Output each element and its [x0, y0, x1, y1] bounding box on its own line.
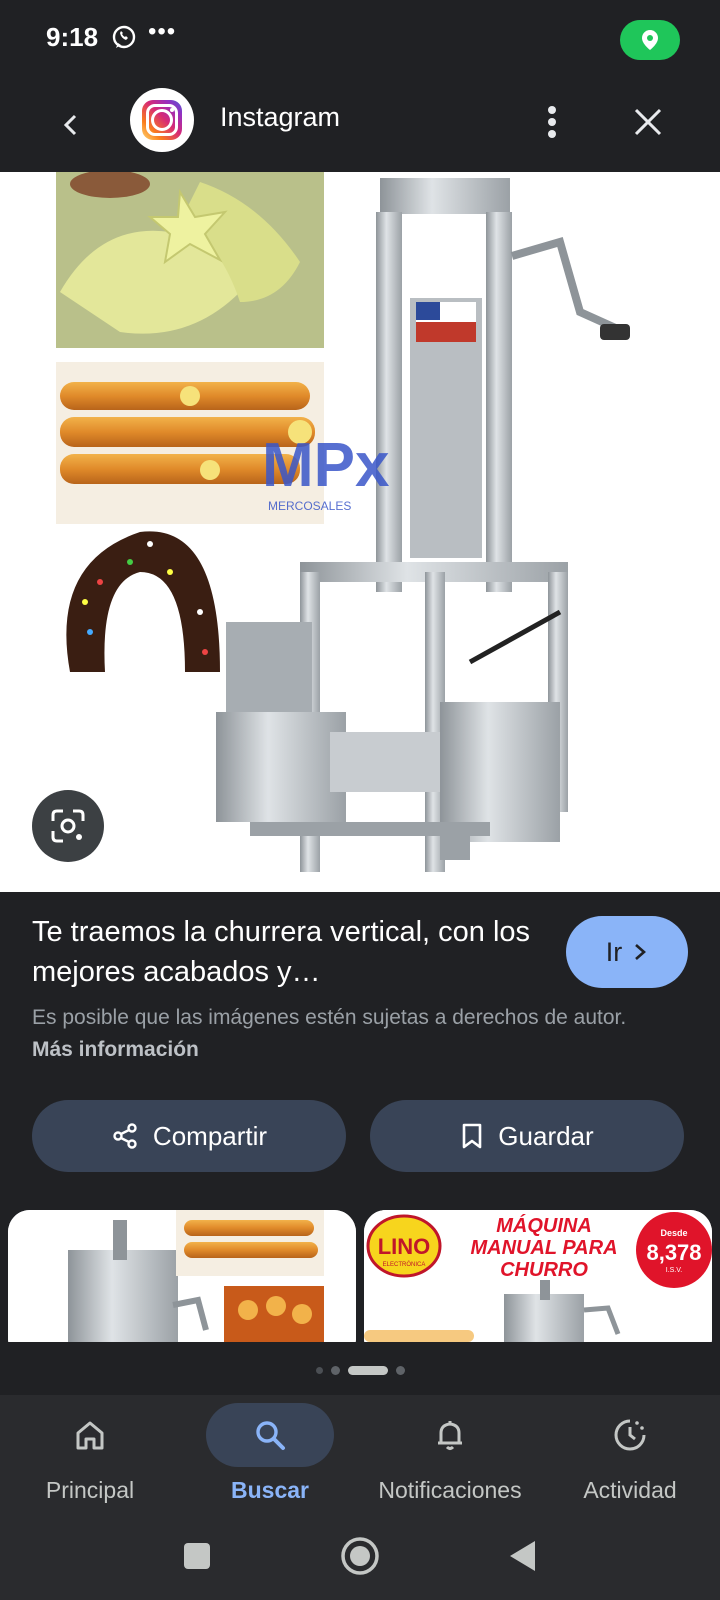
pager-dot-active	[347, 1365, 388, 1375]
instagram-avatar	[130, 88, 194, 152]
google-lens-button[interactable]	[32, 790, 104, 862]
activity-icon	[614, 1419, 646, 1451]
pager-dot	[395, 1365, 405, 1375]
close-icon	[634, 108, 662, 136]
recents-icon	[184, 1543, 210, 1569]
svg-text:ELECTRÓNICA: ELECTRÓNICA	[383, 1261, 426, 1268]
search-icon	[256, 1421, 285, 1450]
svg-text:MPx: MPx	[262, 431, 390, 500]
nav-actividad[interactable]: Actividad	[540, 1395, 720, 1513]
back-nav-button[interactable]	[498, 1531, 548, 1581]
result-headline[interactable]: Te traemos la churrera vertical, con los…	[32, 912, 532, 992]
source-title: Instagram	[220, 102, 341, 132]
svg-text:MANUAL PARA: MANUAL PARA	[470, 1237, 617, 1259]
nav-buscar[interactable]: Buscar	[180, 1395, 360, 1513]
nav-label: Principal	[45, 1477, 135, 1503]
share-label: Compartir	[152, 1120, 268, 1151]
svg-text:Desde: Desde	[660, 1228, 687, 1238]
back-button[interactable]	[46, 100, 96, 150]
instagram-logo-icon	[142, 100, 182, 140]
raw-churro-photo	[56, 172, 324, 348]
back-triangle-icon	[510, 1541, 535, 1571]
bottom-navigation: Principal Buscar Notificaciones Activida…	[0, 1395, 720, 1513]
go-label: Ir	[605, 936, 623, 967]
result-image[interactable]: MPx MERCOSALES	[0, 172, 720, 892]
share-button[interactable]: Compartir	[32, 1100, 346, 1172]
location-pin-icon	[642, 30, 658, 50]
activity-icon-container	[566, 1403, 694, 1467]
whatsapp-icon	[112, 25, 136, 49]
bookmark-icon	[462, 1123, 482, 1149]
home-circle-icon	[341, 1537, 379, 1575]
status-bar: 9:18 •••	[0, 0, 720, 80]
lens-icon	[51, 809, 85, 843]
more-info-link[interactable]: Más información	[32, 1038, 199, 1061]
search-icon-container	[206, 1403, 334, 1467]
carousel-pager	[0, 1362, 720, 1378]
location-indicator	[620, 20, 680, 60]
nav-label: Actividad	[583, 1477, 677, 1503]
more-vert-icon	[548, 106, 556, 138]
home-icon	[76, 1421, 104, 1450]
nav-principal[interactable]: Principal	[0, 1395, 180, 1513]
save-label: Guardar	[498, 1120, 594, 1151]
close-button[interactable]	[624, 98, 672, 146]
share-icon	[113, 1123, 137, 1149]
more-notifications-icon: •••	[148, 18, 177, 45]
related-thumbnail[interactable]	[8, 1210, 356, 1342]
related-thumbnail[interactable]: LINO ELECTRÓNICA MÁQUINA MANUAL PARA CHU…	[364, 1210, 712, 1342]
pager-dot	[315, 1366, 323, 1374]
recents-button[interactable]	[172, 1531, 222, 1581]
status-time: 9:18	[46, 22, 99, 52]
nav-label: Buscar	[231, 1477, 309, 1503]
app-bar: Instagram	[0, 80, 720, 172]
chevron-left-icon	[63, 114, 77, 136]
svg-text:8,378: 8,378	[646, 1240, 701, 1265]
result-info: Te traemos la churrera vertical, con los…	[0, 892, 720, 1192]
svg-text:I.S.V.: I.S.V.	[666, 1267, 683, 1274]
manual-churro-machine-ad-image: LINO ELECTRÓNICA MÁQUINA MANUAL PARA CHU…	[364, 1210, 712, 1342]
nav-notificaciones[interactable]: Notificaciones	[360, 1395, 540, 1513]
save-button[interactable]: Guardar	[370, 1100, 684, 1172]
copyright-notice: Es posible que las imágenes estén sujeta…	[32, 1002, 672, 1066]
home-icon-container	[26, 1403, 154, 1467]
svg-text:LINO: LINO	[378, 1234, 431, 1259]
home-button[interactable]	[335, 1531, 385, 1581]
system-navigation-bar	[0, 1513, 720, 1600]
related-images: LINO ELECTRÓNICA MÁQUINA MANUAL PARA CHU…	[0, 1210, 720, 1342]
mpx-watermark-logo: MPx MERCOSALES	[262, 431, 390, 513]
more-options-button[interactable]	[528, 98, 576, 146]
chevron-right-icon	[635, 944, 647, 960]
copyright-text: Es posible que las imágenes estén sujeta…	[32, 1006, 627, 1029]
churro-machine-thumbnail-image	[8, 1210, 356, 1342]
nav-label: Notificaciones	[378, 1477, 522, 1503]
svg-text:MÁQUINA: MÁQUINA	[496, 1214, 592, 1237]
bell-icon	[438, 1421, 462, 1450]
chocolate-churro-photo	[66, 531, 220, 672]
bell-icon-container	[386, 1403, 514, 1467]
pager-dot	[330, 1365, 340, 1375]
go-to-page-button[interactable]: Ir	[566, 916, 688, 988]
svg-text:MERCOSALES: MERCOSALES	[268, 499, 351, 513]
churro-machine-image: MPx MERCOSALES	[56, 172, 630, 872]
svg-text:CHURRO: CHURRO	[500, 1259, 588, 1281]
